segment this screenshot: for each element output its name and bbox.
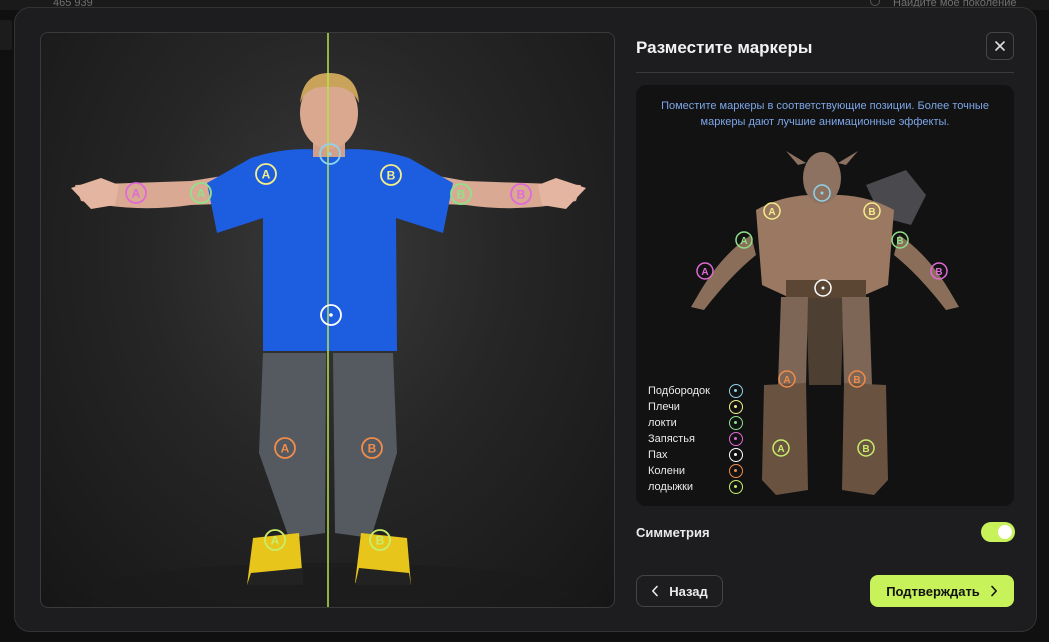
ref-marker-shoulder-a-letter: A xyxy=(768,207,775,218)
legend-shoulders-icon xyxy=(729,400,743,414)
ref-marker-ankle-b-letter: B xyxy=(862,444,869,455)
marker-shoulder-b-letter: B xyxy=(387,169,396,183)
legend-label: Пах xyxy=(648,449,668,461)
back-button-label: Назад xyxy=(669,583,708,599)
background-side-strip xyxy=(0,20,12,50)
legend-ankles-icon xyxy=(729,480,743,494)
confirm-button[interactable]: Подтверждать xyxy=(870,575,1014,607)
marker-knee-b-letter: B xyxy=(368,442,377,456)
legend-item-wrists: Запястья xyxy=(648,431,743,447)
marker-legend: Подбородок Плечи локти Запястья Пах Коле… xyxy=(648,383,743,495)
ref-marker-knee-b-letter: B xyxy=(853,375,860,386)
ref-marker-wrist-b-letter: B xyxy=(935,267,942,278)
legend-label: Плечи xyxy=(648,401,680,413)
legend-label: Подбородок xyxy=(648,385,710,397)
header-divider xyxy=(636,72,1014,73)
model-viewport[interactable]: A B A B A B A B A B xyxy=(40,32,615,608)
model-canvas: A B A B A B A B A B xyxy=(71,33,586,607)
ref-marker-wrist-a-letter: A xyxy=(701,267,708,278)
toggle-knob xyxy=(998,525,1012,539)
symmetry-label: Симметрия xyxy=(636,525,710,540)
confirm-button-label: Подтверждать xyxy=(886,583,980,599)
marker-elbow-a-letter: A xyxy=(197,187,206,201)
ref-marker-elbow-b-letter: B xyxy=(896,236,903,247)
ref-marker-ankle-a-letter: A xyxy=(777,444,784,455)
marker-ankle-a-letter: A xyxy=(271,534,280,548)
ref-marker-elbow-a-letter: A xyxy=(740,236,747,247)
marker-wrist-a-letter: A xyxy=(132,187,141,201)
marker-ankle-b-letter: B xyxy=(376,534,385,548)
ref-marker-knee-a-letter: A xyxy=(783,375,790,386)
reference-panel: Поместите маркеры в соответствующие пози… xyxy=(636,85,1014,506)
legend-item-ankles: лодыжки xyxy=(648,479,743,495)
legend-label: локти xyxy=(648,417,677,429)
marker-shoulder-a-letter: A xyxy=(262,168,271,182)
close-icon xyxy=(995,41,1005,51)
legend-item-shoulders: Плечи xyxy=(648,399,743,415)
legend-item-chin: Подбородок xyxy=(648,383,743,399)
legend-item-elbows: локти xyxy=(648,415,743,431)
marker-elbow-b-letter: B xyxy=(457,188,466,202)
chevron-right-icon xyxy=(990,585,997,597)
dialog-title: Разместите маркеры xyxy=(636,38,813,57)
ref-marker-shoulder-b-letter: B xyxy=(868,207,875,218)
legend-groin-icon xyxy=(729,448,743,462)
legend-item-groin: Пах xyxy=(648,447,743,463)
marker-wrist-b-letter: B xyxy=(517,188,526,202)
symmetry-toggle[interactable] xyxy=(981,522,1015,542)
back-button[interactable]: Назад xyxy=(636,575,723,607)
ref-marker-wrist-a: A xyxy=(696,262,714,280)
legend-label: лодыжки xyxy=(648,481,694,493)
legend-chin-icon xyxy=(729,384,743,398)
close-button[interactable] xyxy=(986,32,1014,60)
legend-label: Запястья xyxy=(648,433,695,445)
legend-wrists-icon xyxy=(729,432,743,446)
marker-knee-a-letter: A xyxy=(281,442,290,456)
chevron-left-icon xyxy=(652,585,659,597)
place-markers-dialog: A B A B A B A B A B Разместите маркеры П… xyxy=(14,7,1037,632)
legend-knees-icon xyxy=(729,464,743,478)
legend-label: Колени xyxy=(648,465,686,477)
legend-item-knees: Колени xyxy=(648,463,743,479)
legend-elbows-icon xyxy=(729,416,743,430)
